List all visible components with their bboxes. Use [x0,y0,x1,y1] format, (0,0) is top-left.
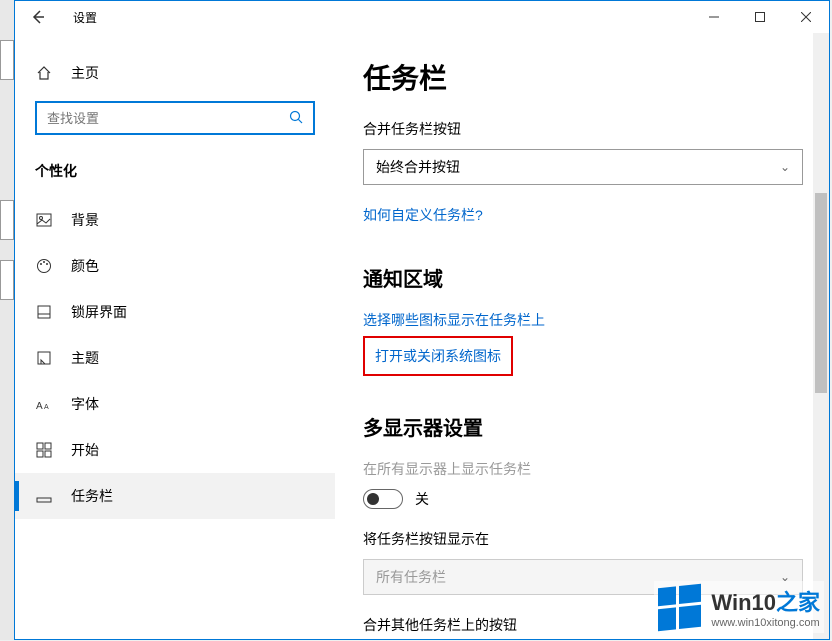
maximize-button[interactable] [737,1,783,33]
multimonitor-toggle-row: 关 [363,489,789,509]
windows-logo-icon [658,583,701,631]
chevron-down-icon: ⌄ [780,160,790,174]
search-icon [289,110,303,127]
sidebar-item-fonts[interactable]: AA 字体 [15,381,335,427]
sidebar-item-colors[interactable]: 颜色 [15,243,335,289]
start-icon [35,441,53,459]
sidebar-item-label: 主题 [71,348,99,368]
dropdown-value: 所有任务栏 [376,567,446,587]
svg-text:A: A [44,404,49,411]
maximize-icon [755,12,765,22]
palette-icon [35,257,53,275]
sidebar-item-themes[interactable]: 主题 [15,335,335,381]
show-buttons-label: 将任务栏按钮显示在 [363,529,789,549]
watermark-url: www.win10xitong.com [711,617,820,629]
page-title: 任务栏 [363,57,789,97]
select-icons-link[interactable]: 选择哪些图标显示在任务栏上 [363,310,545,330]
settings-window: 设置 主页 个性化 背景 [14,0,830,640]
watermark: Win10之家 www.win10xitong.com [654,581,824,633]
minimize-icon [709,12,719,22]
sidebar-item-label: 颜色 [71,256,99,276]
home-icon [35,64,53,82]
svg-text:A: A [36,401,43,411]
combine-dropdown[interactable]: 始终合并按钮 ⌄ [363,149,803,185]
window-title: 设置 [73,9,97,26]
bg-fragment [0,40,14,80]
home-label: 主页 [71,63,99,83]
sidebar-item-label: 锁屏界面 [71,302,127,322]
customize-taskbar-link[interactable]: 如何自定义任务栏? [363,205,483,225]
left-desktop-edge [0,0,14,640]
notification-section-header: 通知区域 [363,263,789,292]
multimonitor-toggle[interactable] [363,489,403,509]
scrollbar[interactable] [813,33,829,639]
watermark-suffix: 之家 [776,590,820,615]
toggle-knob [367,493,379,505]
toggle-state-label: 关 [415,489,429,509]
titlebar: 设置 [15,1,829,33]
sidebar-item-label: 开始 [71,440,99,460]
bg-fragment [0,260,14,300]
home-link[interactable]: 主页 [15,53,335,93]
minimize-button[interactable] [691,1,737,33]
system-icons-link[interactable]: 打开或关闭系统图标 [375,346,501,366]
main-panel: 任务栏 合并任务栏按钮 始终合并按钮 ⌄ 如何自定义任务栏? 通知区域 选择哪些… [335,33,829,639]
category-header: 个性化 [15,153,335,197]
highlight-annotation: 打开或关闭系统图标 [363,336,513,376]
watermark-brand: Win10 [711,590,776,615]
close-icon [801,12,811,22]
content-area: 主页 个性化 背景 颜色 锁屏界面 [15,33,829,639]
sidebar-item-start[interactable]: 开始 [15,427,335,473]
search-box[interactable] [35,101,315,135]
combine-label: 合并任务栏按钮 [363,119,789,139]
theme-icon [35,349,53,367]
sidebar: 主页 个性化 背景 颜色 锁屏界面 [15,33,335,639]
multimonitor-section-header: 多显示器设置 [363,412,789,441]
window-controls [691,1,829,33]
sidebar-item-label: 字体 [71,394,99,414]
sidebar-item-taskbar[interactable]: 任务栏 [15,473,335,519]
dropdown-value: 始终合并按钮 [376,157,460,177]
arrow-left-icon [30,9,46,25]
taskbar-icon [35,487,53,505]
sidebar-item-label: 任务栏 [71,486,113,506]
sidebar-item-lockscreen[interactable]: 锁屏界面 [15,289,335,335]
sidebar-item-background[interactable]: 背景 [15,197,335,243]
back-button[interactable] [23,2,53,32]
multimonitor-label: 在所有显示器上显示任务栏 [363,459,789,479]
font-icon: AA [35,395,53,413]
picture-icon [35,211,53,229]
scroll-thumb[interactable] [815,193,827,393]
close-button[interactable] [783,1,829,33]
watermark-text: Win10之家 www.win10xitong.com [711,585,820,629]
bg-fragment [0,200,14,240]
search-input[interactable] [47,111,289,126]
sidebar-item-label: 背景 [71,210,99,230]
search-container [15,93,335,153]
lockscreen-icon [35,303,53,321]
